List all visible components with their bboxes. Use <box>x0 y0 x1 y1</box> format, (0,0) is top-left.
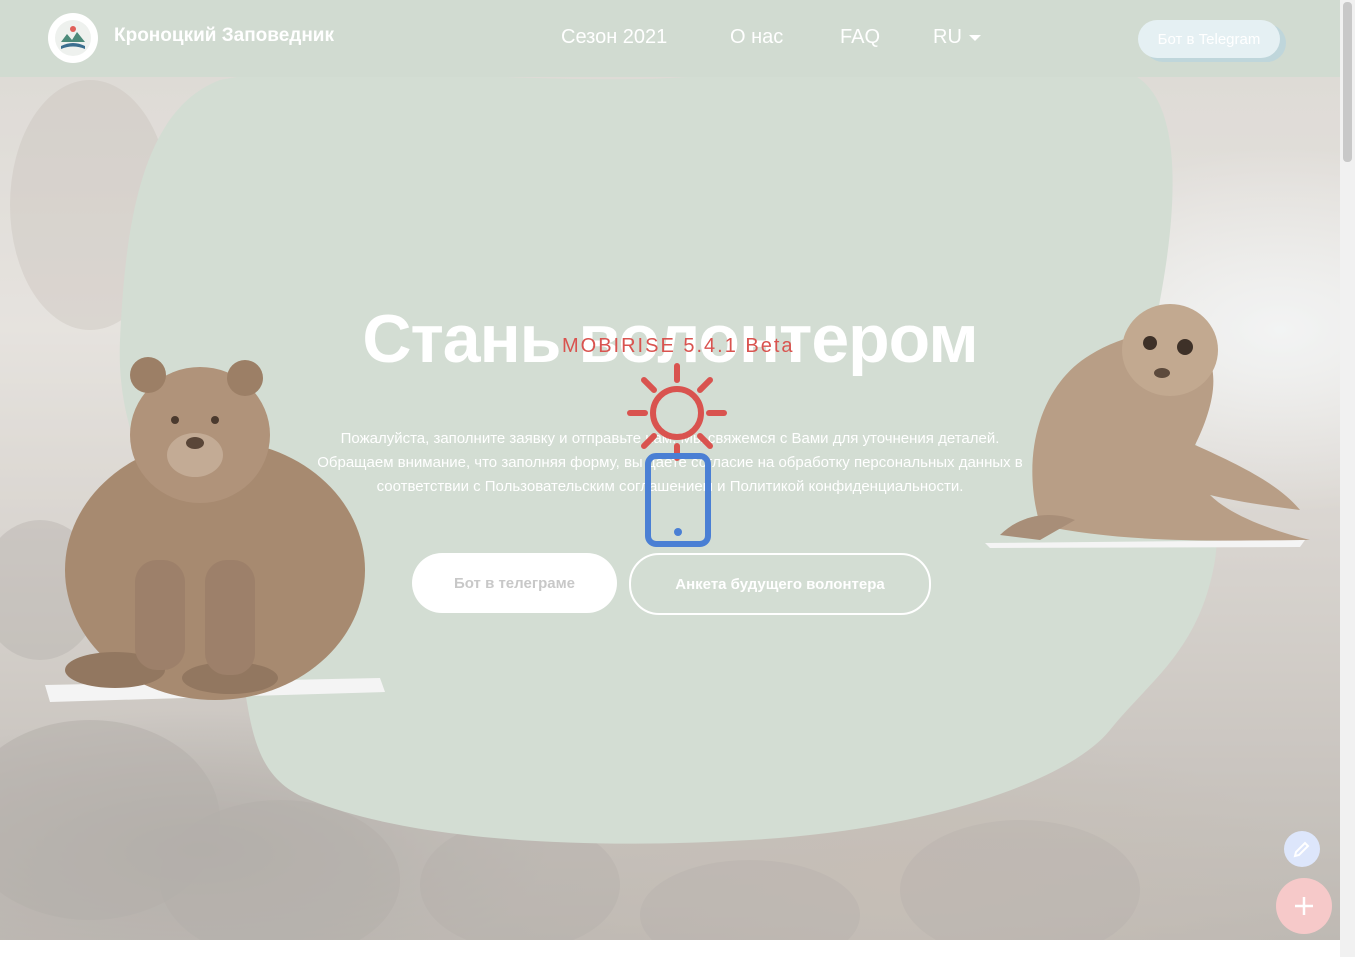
nav-about[interactable]: О нас <box>730 26 783 49</box>
nav-language-dropdown[interactable]: RU <box>933 26 982 49</box>
bear-image <box>45 357 385 702</box>
chevron-down-icon <box>968 34 981 41</box>
loader-icon <box>627 363 727 547</box>
add-fab-button[interactable] <box>1276 878 1332 934</box>
edit-fab-button[interactable] <box>1284 831 1320 867</box>
nav-season-2021[interactable]: Сезон 2021 <box>561 26 667 49</box>
volunteer-form-button[interactable]: Анкета будущего волонтера <box>629 553 931 615</box>
plus-icon <box>1295 897 1313 915</box>
nav-faq[interactable]: FAQ <box>840 26 880 49</box>
pencil-icon <box>1293 841 1310 858</box>
telegram-bot-button[interactable]: Бот в Telegram <box>1138 20 1280 58</box>
telegram-bot-hero-button[interactable]: Бот в телеграме <box>412 553 617 613</box>
brand-name[interactable]: Кроноцкий Заповедник <box>114 25 334 47</box>
language-label: RU <box>933 26 962 48</box>
top-navbar: Кроноцкий Заповедник Сезон 2021 О нас FA… <box>0 0 1340 77</box>
scrollbar-thumb[interactable] <box>1343 2 1352 162</box>
sun-icon <box>627 363 727 461</box>
reserve-logo-icon[interactable] <box>48 13 98 63</box>
loader-version-label: MOBIRISE 5.4.1 Beta <box>562 335 795 357</box>
phone-icon <box>645 453 711 547</box>
page-bottom-strip <box>0 940 1340 957</box>
